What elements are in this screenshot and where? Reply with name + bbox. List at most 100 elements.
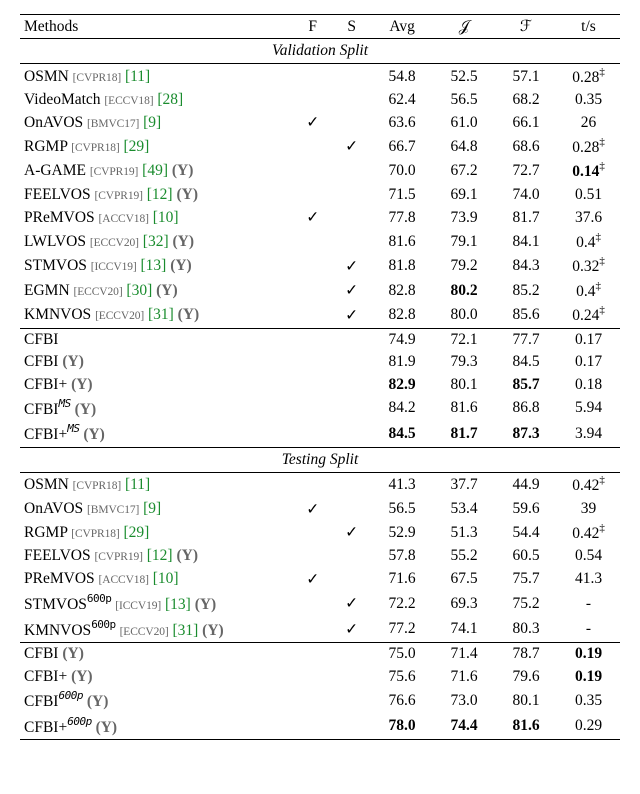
synth-flag	[332, 111, 371, 134]
j-value: 80.2	[433, 279, 495, 304]
table-row: LWLVOS [ECCV20] [32] (Y)81.679.184.10.4‡	[20, 229, 620, 254]
j-value: 73.0	[433, 688, 495, 714]
col-S: S	[332, 15, 371, 39]
fcal-value: 68.6	[495, 135, 557, 160]
youtube-flag: (Y)	[195, 596, 217, 613]
group-testing: Testing Split	[20, 447, 620, 472]
finetune-flag	[293, 159, 332, 184]
method-cell: CFBI (Y)	[20, 643, 293, 666]
j-value: 79.3	[433, 351, 495, 373]
conference-tag: [ACCV18]	[99, 213, 149, 225]
citation: [29]	[124, 524, 150, 541]
avg-value: 77.2	[371, 617, 433, 643]
avg-value: 76.6	[371, 688, 433, 714]
j-value: 71.4	[433, 643, 495, 666]
ts-value: 0.29	[557, 713, 620, 739]
finetune-flag	[293, 643, 332, 666]
ts-value: 39	[557, 497, 620, 520]
youtube-flag: (Y)	[75, 401, 97, 418]
ts-value: 0.19	[557, 643, 620, 666]
finetune-flag	[293, 279, 332, 304]
citation: [28]	[157, 91, 183, 108]
finetune-flag	[293, 545, 332, 567]
citation: [10]	[153, 209, 179, 226]
method-cell: CFBIMS (Y)	[20, 396, 293, 422]
synth-flag: ✓	[332, 591, 371, 617]
youtube-flag: (Y)	[170, 257, 192, 274]
ts-value: 0.42‡	[557, 521, 620, 546]
synth-flag	[332, 159, 371, 184]
table-row: CFBI+MS (Y)84.581.787.33.94	[20, 421, 620, 447]
synth-flag	[332, 472, 371, 497]
method-cell: CFBI (Y)	[20, 351, 293, 373]
conference-tag: [CVPR18]	[73, 72, 121, 84]
finetune-flag: ✓	[293, 206, 332, 229]
method-cell: RGMP [CVPR18] [29]	[20, 521, 293, 546]
synth-flag	[332, 64, 371, 89]
synth-flag: ✓	[332, 617, 371, 643]
conference-tag: [ECCV20]	[74, 286, 123, 298]
youtube-flag: (Y)	[178, 306, 200, 323]
fcal-value: 81.7	[495, 206, 557, 229]
col-Fcal: ℱ	[495, 15, 557, 39]
fcal-value: 54.4	[495, 521, 557, 546]
avg-value: 62.4	[371, 89, 433, 111]
fcal-value: 84.1	[495, 229, 557, 254]
finetune-flag	[293, 135, 332, 160]
avg-value: 72.2	[371, 591, 433, 617]
j-value: 64.8	[433, 135, 495, 160]
synth-flag: ✓	[332, 303, 371, 328]
fcal-value: 80.1	[495, 688, 557, 714]
finetune-flag	[293, 421, 332, 447]
j-value: 74.4	[433, 713, 495, 739]
method-cell: FEELVOS [CVPR19] [12] (Y)	[20, 545, 293, 567]
ts-value: 0.24‡	[557, 303, 620, 328]
finetune-flag: ✓	[293, 497, 332, 520]
avg-value: 82.9	[371, 373, 433, 395]
col-J: 𝒥	[433, 15, 495, 39]
avg-value: 71.5	[371, 184, 433, 206]
j-value: 81.6	[433, 396, 495, 422]
avg-value: 81.6	[371, 229, 433, 254]
avg-value: 77.8	[371, 206, 433, 229]
synth-flag	[332, 206, 371, 229]
ts-value: 0.35	[557, 688, 620, 714]
ts-value: 0.18	[557, 373, 620, 395]
method-cell: OSMN [CVPR18] [11]	[20, 472, 293, 497]
method-cell: KMNVOS600p [ECCV20] [31] (Y)	[20, 617, 293, 643]
table-row: OSMN [CVPR18] [11]41.337.744.90.42‡	[20, 472, 620, 497]
finetune-flag	[293, 229, 332, 254]
table-row: CFBI74.972.177.70.17	[20, 328, 620, 351]
avg-value: 81.8	[371, 254, 433, 279]
conference-tag: [CVPR19]	[94, 190, 142, 202]
col-ts: t/s	[557, 15, 620, 39]
method-cell: PReMVOS [ACCV18] [10]	[20, 568, 293, 591]
citation: [31]	[148, 306, 174, 323]
conference-tag: [BMVC17]	[87, 504, 139, 516]
citation: [31]	[172, 622, 198, 639]
j-value: 51.3	[433, 521, 495, 546]
conference-tag: [CVPR18]	[73, 480, 121, 492]
table-row: A-GAME [CVPR19] [49] (Y)70.067.272.70.14…	[20, 159, 620, 184]
finetune-flag	[293, 328, 332, 351]
method-cell: CFBI+600p (Y)	[20, 713, 293, 739]
ts-value: 41.3	[557, 568, 620, 591]
finetune-flag	[293, 617, 332, 643]
avg-value: 66.7	[371, 135, 433, 160]
ts-value: 0.14‡	[557, 159, 620, 184]
conference-tag: [ICCV19]	[91, 261, 137, 273]
youtube-flag: (Y)	[176, 186, 198, 203]
citation: [9]	[143, 114, 161, 131]
j-value: 67.5	[433, 568, 495, 591]
avg-value: 63.6	[371, 111, 433, 134]
finetune-flag	[293, 396, 332, 422]
table-row: CFBI+ (Y)75.671.679.60.19	[20, 665, 620, 687]
j-value: 55.2	[433, 545, 495, 567]
finetune-flag: ✓	[293, 568, 332, 591]
j-value: 79.2	[433, 254, 495, 279]
table-row: CFBI+600p (Y)78.074.481.60.29	[20, 713, 620, 739]
synth-flag: ✓	[332, 254, 371, 279]
avg-value: 41.3	[371, 472, 433, 497]
table-row: PReMVOS [ACCV18] [10]✓77.873.981.737.6	[20, 206, 620, 229]
table-row: STMVOS [ICCV19] [13] (Y)✓81.879.284.30.3…	[20, 254, 620, 279]
